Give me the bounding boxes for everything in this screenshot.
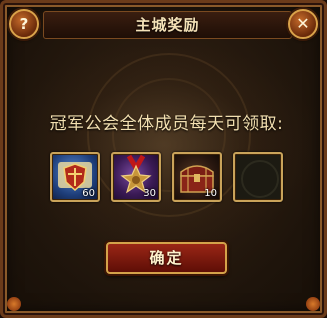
corner-ornament-left <box>7 297 21 311</box>
reward-slot-1[interactable]: 60 <box>50 152 100 202</box>
reward-slot-empty <box>233 152 283 202</box>
reward-count-2: 30 <box>143 188 156 199</box>
reward-slot-3[interactable]: 10 <box>172 152 222 202</box>
reward-count-1: 60 <box>82 188 95 199</box>
help-button[interactable]: ? <box>9 9 39 39</box>
reward-message: 冠军公会全体成员每天可领取: <box>49 114 284 134</box>
reward-slot-2[interactable]: 30 <box>111 152 161 202</box>
dialog-title: 主城奖励 <box>43 11 292 39</box>
corner-ornament-right <box>306 297 320 311</box>
content-panel <box>17 47 312 243</box>
reward-count-3: 10 <box>204 188 217 199</box>
close-button[interactable]: ✕ <box>288 9 318 39</box>
empty-slot-pattern <box>241 160 279 198</box>
reward-dialog: ? 主城奖励 ✕ 冠军公会全体成员每天可领取: 60 30 10 确定 <box>0 0 327 318</box>
confirm-button[interactable]: 确定 <box>106 242 227 274</box>
